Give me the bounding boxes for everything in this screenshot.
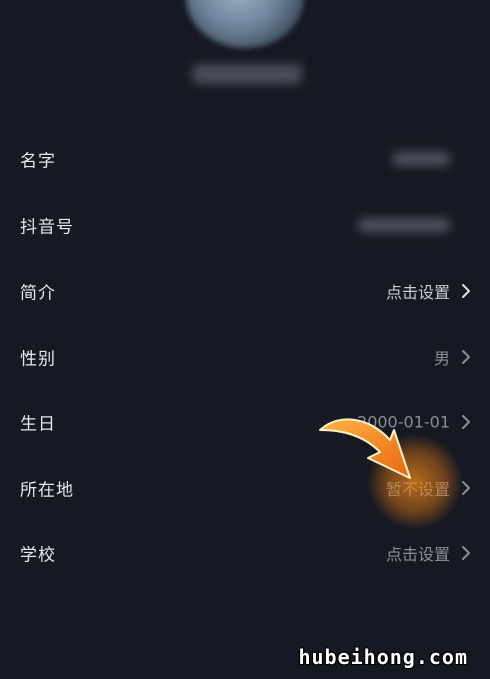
field-row-gender[interactable]: 性别 男: [0, 332, 490, 382]
field-value-bio: 点击设置: [385, 283, 450, 302]
nickname-blurred: [192, 64, 302, 84]
field-row-location[interactable]: 所在地 暂不设置: [0, 463, 490, 513]
field-label-birthday: 生日: [20, 414, 56, 435]
field-label-name: 名字: [20, 151, 56, 172]
chevron-right-icon: [462, 284, 470, 298]
field-label-gender: 性别: [20, 349, 56, 370]
field-row-douyin-id[interactable]: 抖音号: [0, 200, 490, 250]
chevron-right-icon: [462, 481, 470, 495]
field-value-gender: 男: [433, 349, 450, 368]
field-label-location: 所在地: [20, 480, 74, 501]
chevron-right-icon: [462, 350, 470, 364]
field-label-school: 学校: [20, 545, 56, 566]
field-value-birthday: 2000-01-01: [357, 412, 450, 432]
avatar[interactable]: [186, 0, 304, 48]
field-row-bio[interactable]: 简介 点击设置: [0, 266, 490, 316]
field-value-location: 暂不设置: [385, 480, 450, 499]
field-row-school[interactable]: 学校 点击设置: [0, 528, 490, 578]
chevron-right-icon: [462, 415, 470, 429]
watermark-text: hubeihong.com: [298, 645, 468, 669]
field-value-name-blurred: [392, 152, 450, 166]
field-label-douyin-id: 抖音号: [20, 217, 74, 238]
chevron-right-icon: [462, 546, 470, 560]
field-label-bio: 简介: [20, 283, 56, 304]
field-row-birthday[interactable]: 生日 2000-01-01: [0, 397, 490, 447]
field-row-name[interactable]: 名字: [0, 134, 490, 184]
field-value-douyin-id-blurred: [358, 218, 450, 232]
field-value-school: 点击设置: [385, 545, 450, 564]
